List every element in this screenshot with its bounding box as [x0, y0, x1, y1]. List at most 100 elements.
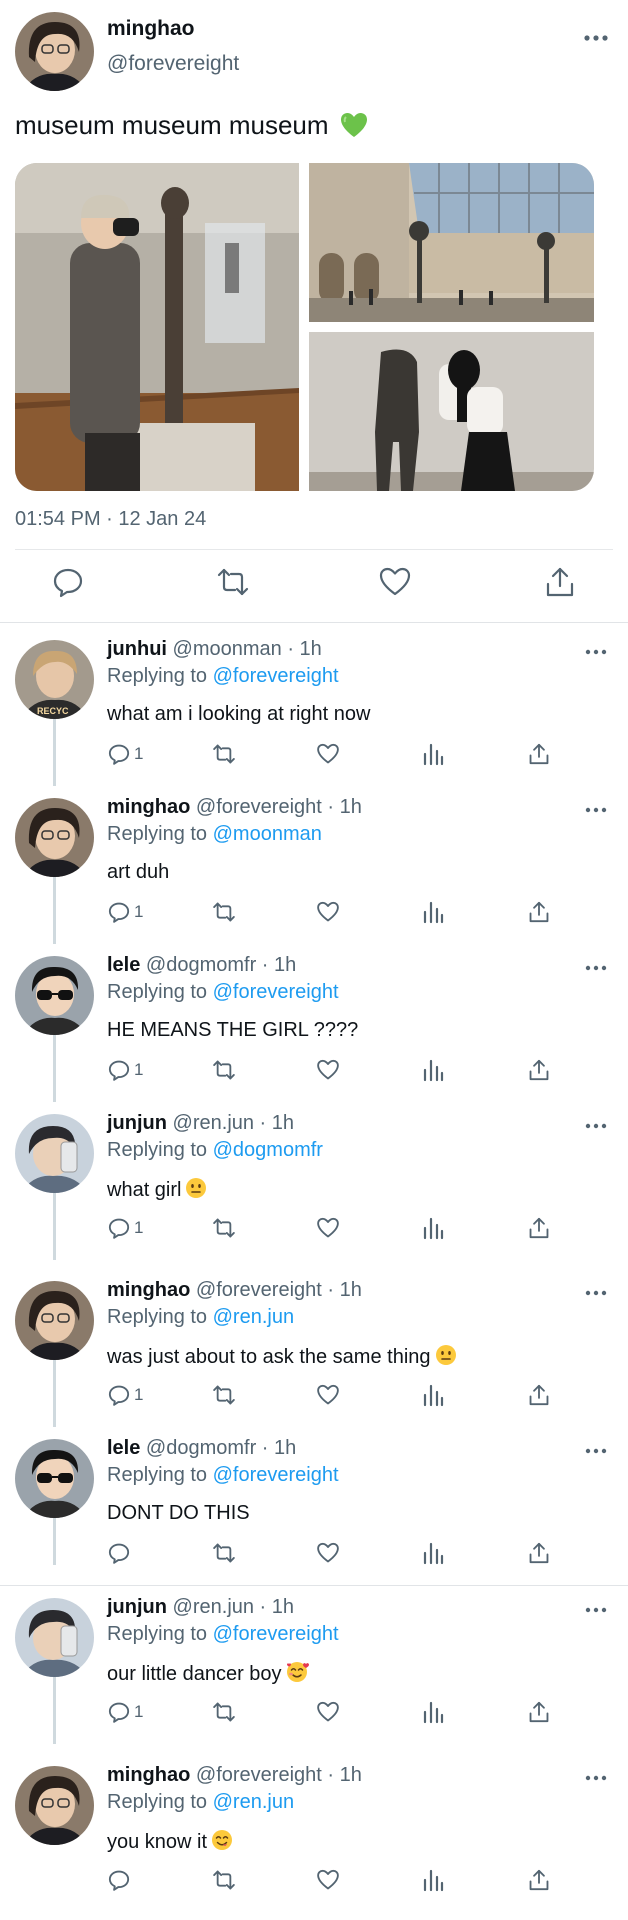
retweet-button[interactable]: [211, 741, 237, 767]
mention-link[interactable]: @ren.jun: [213, 1306, 294, 1328]
mention-link[interactable]: @forevereight: [213, 1623, 339, 1645]
avatar[interactable]: [15, 1281, 94, 1360]
reply-icon[interactable]: [107, 1868, 131, 1892]
author-handle[interactable]: @forevereight: [107, 52, 239, 76]
retweet-icon[interactable]: [211, 900, 237, 924]
retweet-button[interactable]: [211, 1382, 237, 1408]
analytics-icon[interactable]: [422, 1058, 444, 1082]
reply-icon[interactable]: [51, 565, 85, 599]
more-options-icon[interactable]: [584, 804, 608, 816]
retweet-button[interactable]: [211, 1540, 237, 1566]
mention-link[interactable]: @ren.jun: [213, 1791, 294, 1813]
analytics-icon[interactable]: [422, 742, 444, 766]
mention-link[interactable]: @moonman: [213, 823, 322, 845]
reply-button[interactable]: [107, 1867, 134, 1893]
analytics-icon[interactable]: [422, 1868, 444, 1892]
author-name[interactable]: minghao: [107, 1764, 190, 1786]
reply-button[interactable]: 1: [107, 1699, 143, 1725]
author-name[interactable]: lele: [107, 1437, 140, 1459]
mention-link[interactable]: @dogmomfr: [213, 1139, 323, 1161]
like-button[interactable]: [316, 1215, 340, 1241]
reply-icon[interactable]: [107, 1700, 131, 1724]
author-name[interactable]: junjun: [107, 1596, 167, 1618]
views-button[interactable]: [422, 1057, 444, 1083]
photo-statue-and-girl[interactable]: [309, 332, 594, 491]
share-icon[interactable]: [527, 742, 551, 766]
retweet-button[interactable]: [211, 1057, 237, 1083]
avatar[interactable]: [15, 12, 94, 91]
share-icon[interactable]: [527, 1700, 551, 1724]
share-icon[interactable]: [527, 1058, 551, 1082]
share-button[interactable]: [527, 1057, 551, 1083]
author-name[interactable]: minghao: [107, 1279, 190, 1301]
reply-button[interactable]: 1: [107, 1057, 143, 1083]
retweet-icon[interactable]: [211, 1700, 237, 1724]
retweet-button[interactable]: [211, 1867, 237, 1893]
views-button[interactable]: [422, 1382, 444, 1408]
retweet-icon[interactable]: [211, 1058, 237, 1082]
retweet-button[interactable]: [211, 1215, 237, 1241]
more-options-icon[interactable]: [584, 1287, 608, 1299]
analytics-icon[interactable]: [422, 1541, 444, 1565]
author-name[interactable]: junjun: [107, 1112, 167, 1134]
avatar[interactable]: [15, 798, 94, 877]
author-name[interactable]: minghao: [107, 17, 195, 41]
like-icon[interactable]: [378, 565, 412, 599]
share-icon[interactable]: [527, 900, 551, 924]
share-icon[interactable]: [527, 1541, 551, 1565]
avatar[interactable]: [15, 1439, 94, 1518]
avatar[interactable]: [15, 956, 94, 1035]
avatar[interactable]: [15, 1114, 94, 1193]
share-button[interactable]: [527, 1540, 551, 1566]
like-icon[interactable]: [316, 900, 340, 924]
views-button[interactable]: [422, 1867, 444, 1893]
views-button[interactable]: [422, 899, 444, 925]
retweet-icon[interactable]: [211, 1541, 237, 1565]
retweet-icon[interactable]: [211, 1383, 237, 1407]
reply-icon[interactable]: [107, 742, 131, 766]
avatar[interactable]: [15, 1766, 94, 1845]
more-options-icon[interactable]: [584, 962, 608, 974]
analytics-icon[interactable]: [422, 1700, 444, 1724]
photo-museum-statue[interactable]: [15, 163, 299, 491]
analytics-icon[interactable]: [422, 1216, 444, 1240]
like-button[interactable]: [316, 899, 340, 925]
share-icon[interactable]: [527, 1383, 551, 1407]
mention-link[interactable]: @forevereight: [213, 1464, 339, 1486]
views-button[interactable]: [422, 1699, 444, 1725]
reply-icon[interactable]: [107, 900, 131, 924]
like-button[interactable]: [316, 741, 340, 767]
like-button[interactable]: [316, 1057, 340, 1083]
reply-tweet[interactable]: lele @dogmomfr · 1h Replying to @forever…: [0, 944, 628, 1102]
avatar[interactable]: [15, 1598, 94, 1677]
reply-tweet[interactable]: RECYC junhui @moonman · 1h Replying to @…: [0, 628, 628, 786]
share-button[interactable]: [527, 741, 551, 767]
views-button[interactable]: [422, 741, 444, 767]
analytics-icon[interactable]: [422, 900, 444, 924]
share-button[interactable]: [527, 1699, 551, 1725]
retweet-icon[interactable]: [211, 1216, 237, 1240]
more-options-icon[interactable]: [584, 1772, 608, 1784]
reply-icon[interactable]: [107, 1216, 131, 1240]
reply-button[interactable]: 1: [107, 899, 143, 925]
reply-button[interactable]: 1: [107, 1215, 143, 1241]
reply-button[interactable]: 1: [107, 1382, 143, 1408]
mention-link[interactable]: @forevereight: [213, 665, 339, 687]
reply-tweet[interactable]: junjun @ren.jun · 1h Replying to @dogmom…: [0, 1102, 628, 1260]
like-icon[interactable]: [316, 1868, 340, 1892]
reply-icon[interactable]: [107, 1383, 131, 1407]
more-options-icon[interactable]: [582, 28, 610, 48]
author-name[interactable]: minghao: [107, 796, 190, 818]
like-button[interactable]: [316, 1382, 340, 1408]
retweet-icon[interactable]: [211, 742, 237, 766]
photo-museum-hall[interactable]: [309, 163, 594, 322]
reply-button[interactable]: 1: [107, 741, 143, 767]
retweet-icon[interactable]: [216, 565, 250, 599]
like-icon[interactable]: [316, 1383, 340, 1407]
views-button[interactable]: [422, 1540, 444, 1566]
author-name[interactable]: junhui: [107, 638, 167, 660]
like-button[interactable]: [316, 1699, 340, 1725]
more-options-icon[interactable]: [584, 1445, 608, 1457]
reply-button[interactable]: [107, 1540, 134, 1566]
like-button[interactable]: [316, 1867, 340, 1893]
